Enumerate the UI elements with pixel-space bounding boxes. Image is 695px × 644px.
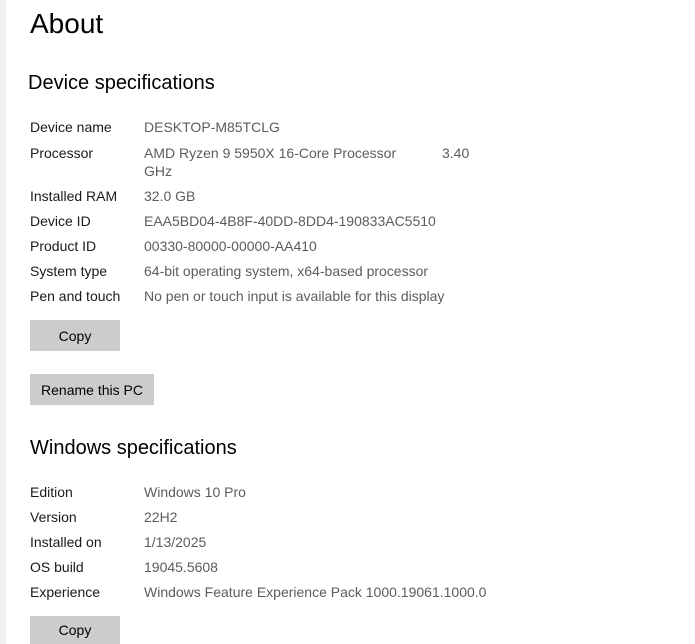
- spec-row-processor: Processor AMD Ryzen 9 5950X 16-Core Proc…: [30, 144, 490, 180]
- spec-value: DESKTOP-M85TCLG: [144, 119, 280, 135]
- device-specifications-heading: Device specifications: [28, 72, 215, 94]
- copy-windows-specs-button[interactable]: Copy: [30, 616, 120, 644]
- spec-value-speed: 3.40: [442, 145, 470, 161]
- spec-value: EAA5BD04-4B8F-40DD-8DD4-190833AC5510: [144, 213, 436, 229]
- spec-value: 19045.5608: [144, 559, 218, 575]
- page-title: About: [30, 8, 104, 39]
- spec-value: 32.0 GB: [144, 188, 196, 204]
- spec-label: Installed on: [30, 534, 102, 550]
- spec-label: Device name: [30, 119, 112, 135]
- spec-value: Windows Feature Experience Pack 1000.190…: [144, 584, 487, 600]
- spec-label: OS build: [30, 559, 84, 575]
- spec-label: Product ID: [30, 238, 97, 254]
- spec-value: 00330-80000-00000-AA410: [144, 238, 317, 254]
- rename-pc-button[interactable]: Rename this PC: [30, 374, 154, 405]
- spec-value-unit: GHz: [144, 163, 172, 179]
- spec-label: Installed RAM: [30, 188, 118, 204]
- copy-device-specs-button[interactable]: Copy: [30, 320, 120, 351]
- spec-value: AMD Ryzen 9 5950X 16-Core Processor: [144, 145, 397, 161]
- spec-label: System type: [30, 263, 108, 279]
- spec-value: 1/13/2025: [144, 534, 207, 550]
- spec-label: Edition: [30, 484, 73, 500]
- spec-value: 22H2: [144, 509, 178, 525]
- spec-value: 64-bit operating system, x64-based proce…: [144, 263, 429, 279]
- about-page: About Device specifications Device name …: [0, 0, 695, 644]
- spec-value: Windows 10 Pro: [144, 484, 246, 500]
- spec-value: No pen or touch input is available for t…: [144, 288, 445, 304]
- spec-label: Device ID: [30, 213, 91, 229]
- spec-label: Version: [30, 509, 77, 525]
- spec-label: Processor: [30, 145, 94, 161]
- windows-specifications-heading: Windows specifications: [30, 437, 237, 459]
- spec-label: Pen and touch: [30, 288, 121, 304]
- spec-label: Experience: [30, 584, 101, 600]
